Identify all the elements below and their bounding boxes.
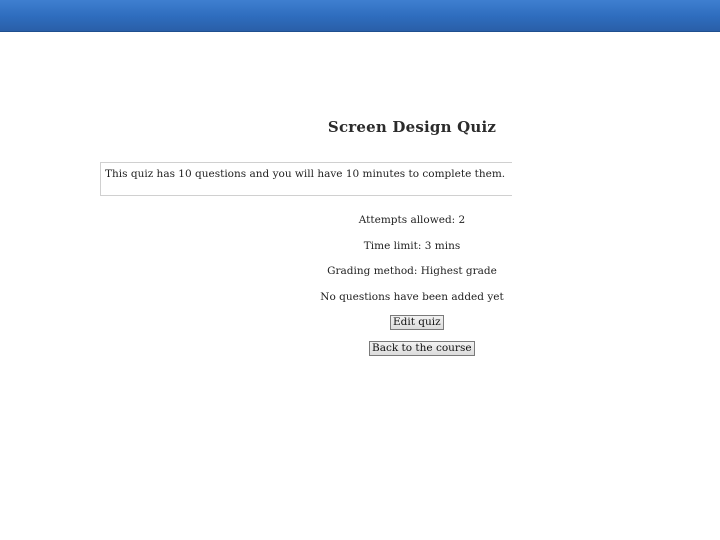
no-questions-message: No questions have been added yet (320, 291, 504, 303)
quiz-intro-box: This quiz has 10 questions and you will … (100, 162, 512, 196)
quiz-intro-text: This quiz has 10 questions and you will … (105, 168, 506, 180)
edit-quiz-button[interactable]: Edit quiz (390, 315, 444, 330)
grading-method: Grading method: Highest grade (327, 265, 497, 277)
attempts-allowed: Attempts allowed: 2 (358, 214, 466, 226)
back-to-course-button[interactable]: Back to the course (369, 341, 475, 356)
time-limit: Time limit: 3 mins (363, 240, 461, 252)
header-bar (0, 0, 720, 32)
page-title: Screen Design Quiz (327, 118, 497, 136)
